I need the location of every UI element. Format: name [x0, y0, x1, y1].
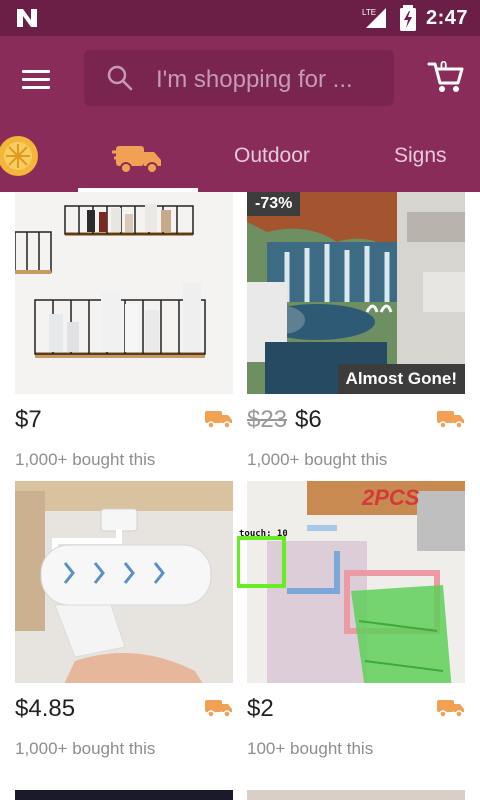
tab-daily-deals-icon[interactable] — [0, 134, 40, 178]
category-tabs: Outdoor Signs — [0, 120, 480, 192]
svg-text:LTE: LTE — [362, 8, 376, 17]
shipping-truck-icon — [437, 700, 464, 718]
product-price: $23 $6 — [247, 406, 322, 433]
search-icon — [107, 65, 133, 91]
menu-button[interactable] — [22, 64, 62, 94]
touch-indicator-box: touch: 100% — [237, 529, 287, 588]
touch-label: touch: 100% — [239, 529, 287, 539]
paper-towel-holder-image — [15, 481, 233, 683]
menu-icon-line — [22, 85, 50, 89]
tab-signs[interactable]: Signs — [394, 144, 447, 168]
price-row: $2 — [247, 683, 465, 739]
product-price: $7 — [15, 406, 42, 433]
search-bar[interactable]: I'm shopping for ... — [84, 50, 394, 106]
menu-icon-line — [22, 77, 50, 81]
battery-charging-icon — [399, 5, 416, 31]
product-price: $4.85 — [15, 695, 76, 722]
product-card[interactable]: $7 1,000+ bought this — [15, 192, 233, 470]
menu-icon-line — [22, 69, 50, 73]
status-bar: LTE 2:47 — [0, 0, 480, 36]
status-time: 2:47 — [425, 6, 468, 29]
app-logo-icon — [17, 9, 37, 27]
price-row: $23 $6 — [247, 394, 465, 450]
product-image: -73% Almost Gone! — [247, 192, 465, 394]
bought-count: 1,000+ bought this — [15, 450, 156, 469]
cart-count-badge: 0 — [440, 58, 448, 73]
next-product-peek — [15, 790, 233, 800]
status-icons: LTE 2:47 — [360, 0, 468, 36]
bought-count: 1,000+ bought this — [247, 450, 388, 469]
tab-outdoor[interactable]: Outdoor — [234, 144, 310, 168]
product-price: $2 — [247, 695, 274, 722]
signal-lte-icon: LTE — [362, 8, 386, 28]
bought-count: 100+ bought this — [247, 739, 374, 758]
almost-gone-badge: Almost Gone! — [337, 364, 465, 394]
shipping-truck-icon — [205, 411, 232, 429]
image-text-2pcs: 2PCS — [361, 485, 420, 510]
product-image — [15, 481, 233, 683]
price-row: $7 — [15, 394, 233, 450]
next-product-peek — [247, 790, 465, 800]
product-card[interactable]: $4.85 1,000+ bought this — [15, 481, 233, 759]
shipping-truck-icon — [205, 700, 232, 718]
price-row: $4.85 — [15, 683, 233, 739]
original-price: $23 — [247, 406, 288, 433]
header: I'm shopping for ... 0 Outdoor Signs — [0, 36, 480, 192]
tab-fast-shipping[interactable] — [78, 120, 198, 192]
wall-shelf-image — [15, 192, 233, 394]
product-card[interactable]: 2PCS $2 100+ bought this — [247, 481, 465, 759]
search-placeholder: I'm shopping for ... — [156, 66, 353, 93]
product-card[interactable]: -73% Almost Gone! $23 $6 1,000+ bought th… — [247, 192, 465, 470]
truck-icon — [112, 146, 161, 174]
product-grid: $7 1,000+ bought this -73% Almost Gone! … — [0, 192, 480, 800]
discount-badge: -73% — [247, 192, 301, 216]
bought-count: 1,000+ bought this — [15, 739, 156, 758]
shipping-truck-icon — [437, 411, 464, 429]
product-image — [15, 192, 233, 394]
app-root: LTE 2:47 I'm shopping for ... 0 Outdoor … — [0, 0, 480, 800]
